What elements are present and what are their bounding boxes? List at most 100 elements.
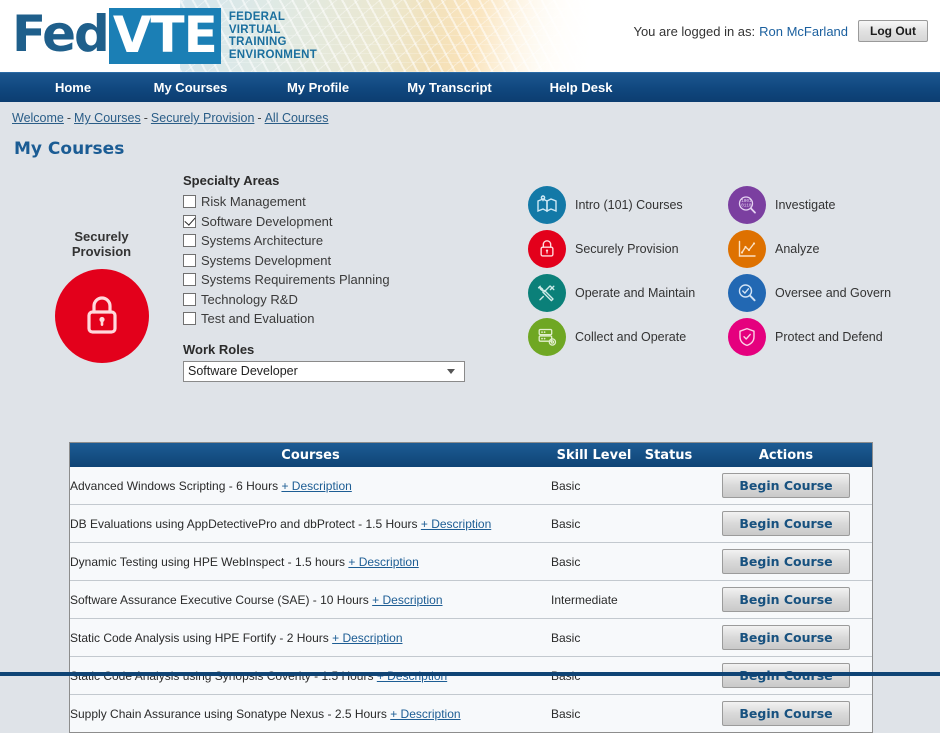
checkbox-software-development[interactable]: Software Development [183,212,503,232]
breadcrumb-item-all-courses[interactable]: All Courses [265,111,329,125]
lock-icon [86,296,117,334]
course-title: Supply Chain Assurance using Sonatype Ne… [70,706,387,721]
checkbox-checked-icon[interactable] [183,214,196,228]
footer-strip [0,672,940,676]
description-link[interactable]: + Description [372,593,442,607]
log-out-button[interactable]: Log Out [858,20,928,42]
nav-item-my-courses[interactable]: My Courses [128,73,253,103]
skill-level-cell: Intermediate [551,580,637,619]
page-title: My Courses [14,139,125,159]
course-title: Static Code Analysis using HPE Fortify -… [70,630,329,645]
column-header-courses[interactable]: Courses [70,443,551,467]
selected-category-label: Securely Provision [71,229,132,259]
shield-check-icon [728,318,766,356]
category-collect-and-operate[interactable]: Collect and Operate [528,315,728,359]
begin-course-button[interactable]: Begin Course [722,549,850,574]
filter-panel: Securely Provision Specialty Areas Risk … [0,173,940,388]
course-cell: Software Assurance Executive Course (SAE… [70,580,551,619]
table-row: Software Assurance Executive Course (SAE… [70,580,872,619]
nav-item-my-transcript[interactable]: My Transcript [383,73,516,103]
logged-in-username[interactable]: Ron McFarland [759,24,848,39]
checkbox-box-icon[interactable] [183,234,196,248]
column-header-skill-level[interactable]: Skill Level [551,443,637,467]
breadcrumb-item-securely-provision[interactable]: Securely Provision [151,111,255,125]
status-cell [637,542,700,581]
logo-fed-text: Fed [12,5,110,63]
category-label: Securely Provision [575,242,679,256]
checkbox-systems-requirements-planning[interactable]: Systems Requirements Planning [183,270,503,290]
checkbox-systems-architecture[interactable]: Systems Architecture [183,231,503,251]
description-link[interactable]: + Description [281,479,351,493]
binary-magnifier-icon: 1001 0110 [728,186,766,224]
status-cell [637,694,700,732]
nav-item-home[interactable]: Home [18,73,128,103]
logo-vte-text: VTE [108,8,221,64]
checkbox-box-icon[interactable] [183,253,196,267]
action-cell: Begin Course [700,694,872,732]
breadcrumb-item-welcome[interactable]: Welcome [12,111,64,125]
checkbox-technology-rd[interactable]: Technology R&D [183,290,503,310]
specialty-areas-group: Specialty Areas Risk Management Software… [183,173,503,382]
checkbox-risk-management[interactable]: Risk Management [183,192,503,212]
description-link[interactable]: + Description [348,555,418,569]
category-intro-101-courses[interactable]: Intro (101) Courses [528,183,728,227]
begin-course-button[interactable]: Begin Course [722,473,850,498]
category-investigate[interactable]: 1001 0110 Investigate [728,183,928,227]
status-cell [637,618,700,657]
courses-table-container: Courses Skill Level Status Actions Advan… [69,442,873,733]
nav-item-my-profile[interactable]: My Profile [253,73,383,103]
checkbox-systems-development[interactable]: Systems Development [183,251,503,271]
column-header-actions[interactable]: Actions [700,443,872,467]
breadcrumb-item-my-courses[interactable]: My Courses [74,111,141,125]
category-label: Protect and Defend [775,330,883,344]
description-link[interactable]: + Description [421,517,491,531]
breadcrumb-separator: - [143,111,148,125]
checkbox-box-icon[interactable] [183,292,196,306]
begin-course-button[interactable]: Begin Course [722,625,850,650]
category-securely-provision[interactable]: Securely Provision [528,227,728,271]
checkbox-test-and-evaluation[interactable]: Test and Evaluation [183,309,503,329]
column-header-status[interactable]: Status [637,443,700,467]
logo-tagline-line-2: VIRTUAL [228,23,281,36]
checkbox-box-icon[interactable] [183,195,196,209]
course-cell: Dynamic Testing using HPE WebInspect - 1… [70,542,551,581]
checkbox-label: Technology R&D [201,291,298,307]
description-link[interactable]: + Description [332,631,402,645]
selected-category-icon-circle[interactable] [54,269,149,363]
logo-tagline-line-3: TRAINING [228,36,287,48]
category-analyze[interactable]: Analyze [728,227,928,271]
action-cell: Begin Course [700,504,872,543]
checkbox-label: Risk Management [201,194,306,210]
checkbox-box-icon[interactable] [183,273,196,287]
category-protect-and-defend[interactable]: Protect and Defend [728,315,928,359]
checkbox-box-icon[interactable] [183,312,196,326]
course-title: Dynamic Testing using HPE WebInspect - 1… [70,554,346,569]
course-cell: Advanced Windows Scripting - 6 Hours + D… [70,467,551,505]
checkbox-label: Software Development [201,213,333,229]
table-row: Supply Chain Assurance using Sonatype Ne… [70,694,872,732]
fedvte-logo[interactable]: Fed VTE FEDERAL VIRTUAL TRAINING ENVIRON… [12,4,317,68]
category-label: Intro (101) Courses [575,198,683,212]
course-title: Advanced Windows Scripting - 6 Hours [70,478,279,493]
banner-artwork-fade [430,0,610,72]
course-cell: Static Code Analysis using HPE Fortify -… [70,618,551,657]
category-oversee-and-govern[interactable]: Oversee and Govern [728,271,928,315]
work-roles-selected-value: Software Developer [188,364,298,378]
table-row: DB Evaluations using AppDetectivePro and… [70,504,872,543]
work-roles-heading: Work Roles [183,341,255,357]
checkbox-label: Systems Architecture [201,233,324,249]
work-roles-select[interactable]: Software Developer [183,360,465,382]
nav-item-help-desk[interactable]: Help Desk [516,73,646,103]
skill-level-cell: Basic [551,542,637,581]
category-operate-and-maintain[interactable]: Operate and Maintain [528,271,728,315]
begin-course-button[interactable]: Begin Course [722,587,850,612]
logo-tagline: FEDERAL VIRTUAL TRAINING ENVIRONMENT [229,11,317,61]
course-title: Software Assurance Executive Course (SAE… [70,592,369,607]
logo-tagline-line-1: FEDERAL [228,11,286,23]
status-cell [637,580,700,619]
begin-course-button[interactable]: Begin Course [722,701,850,726]
specialty-areas-heading: Specialty Areas [183,173,280,188]
begin-course-button[interactable]: Begin Course [722,511,850,536]
magnifier-check-icon [728,274,766,312]
description-link[interactable]: + Description [390,707,460,721]
